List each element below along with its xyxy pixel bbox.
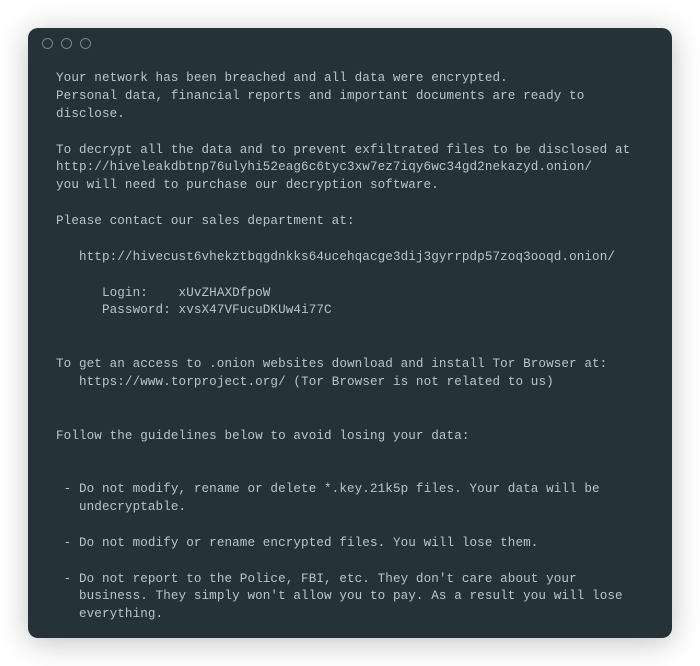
- ransom-note-body: Your network has been breached and all d…: [28, 58, 672, 638]
- guideline-text: Do not modify, rename or delete *.key.21…: [79, 481, 644, 517]
- guideline-item: - Do not modify or rename encrypted file…: [56, 535, 644, 553]
- guideline-item: - Do not report to the Police, FBI, etc.…: [56, 571, 644, 625]
- tor-note: (Tor Browser is not related to us): [286, 375, 554, 389]
- guideline-text: Do not report to the Police, FBI, etc. T…: [79, 571, 644, 625]
- close-icon[interactable]: [42, 38, 53, 49]
- window-titlebar: [28, 28, 672, 58]
- guideline-item: - Do not modify, rename or delete *.key.…: [56, 481, 644, 517]
- window-controls: [42, 38, 658, 49]
- login-label: Login:: [102, 286, 148, 300]
- tor-url: https://www.torproject.org/: [79, 375, 286, 389]
- guideline-text: Do not modify or rename encrypted files.…: [79, 535, 644, 553]
- contact-line: Please contact our sales department at:: [56, 214, 355, 228]
- breach-line-1: Your network has been breached and all d…: [56, 71, 508, 85]
- guidelines-header: Follow the guidelines below to avoid los…: [56, 429, 470, 443]
- zoom-icon[interactable]: [80, 38, 91, 49]
- sales-url: http://hivecust6vhekztbqgdnkks64ucehqacg…: [79, 250, 615, 264]
- decrypt-outro: you will need to purchase our decryption…: [56, 178, 439, 192]
- breach-line-2: Personal data, financial reports and imp…: [56, 89, 592, 121]
- terminal-window: Your network has been breached and all d…: [28, 28, 672, 638]
- tor-line-1: To get an access to .onion websites down…: [56, 357, 607, 371]
- minimize-icon[interactable]: [61, 38, 72, 49]
- login-value: xUvZHAXDfpoW: [179, 286, 271, 300]
- leak-url: http://hiveleakdbtnp76ulyhi52eag6c6tyc3x…: [56, 160, 592, 174]
- decrypt-intro: To decrypt all the data and to prevent e…: [56, 143, 630, 157]
- password-label: Password:: [102, 303, 171, 317]
- guidelines-list: - Do not modify, rename or delete *.key.…: [56, 463, 644, 638]
- password-value: xvsX47VFucuDKUw4i77C: [179, 303, 332, 317]
